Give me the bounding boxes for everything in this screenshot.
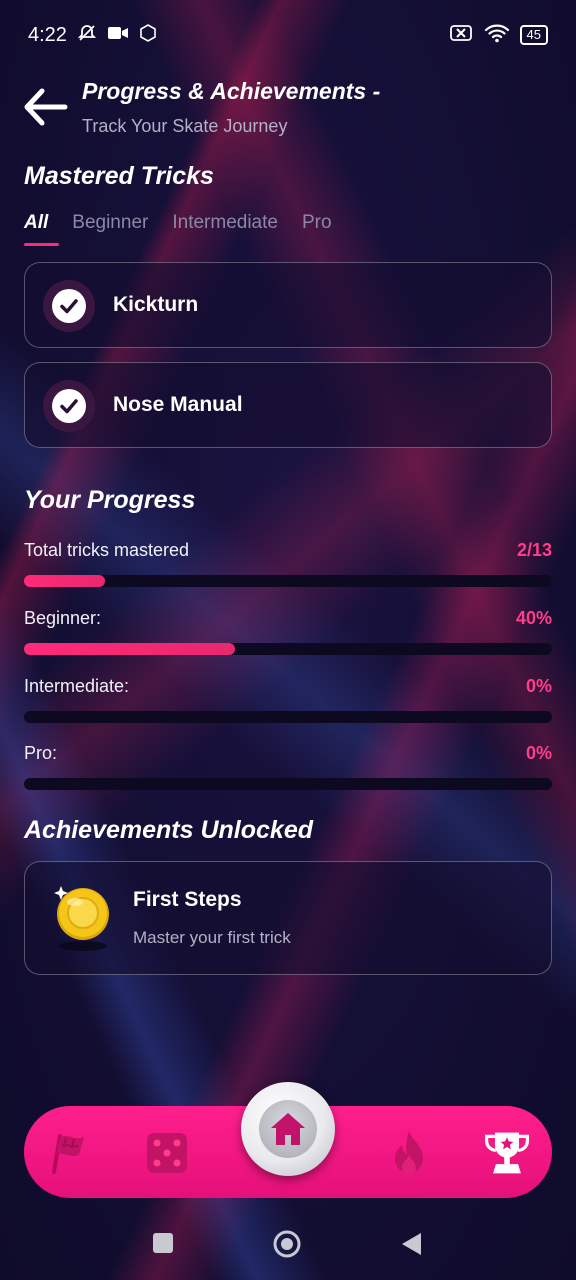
progress-bar-pro	[24, 778, 552, 790]
home-button[interactable]	[241, 1082, 335, 1176]
progress-bar-fill	[24, 575, 106, 587]
tab-beginner[interactable]: Beginner	[72, 212, 148, 246]
achievement-card[interactable]: First Steps Master your first trick	[24, 861, 552, 975]
progress-label: Beginner:	[24, 608, 102, 628]
status-time: 4:22	[28, 23, 67, 46]
progress-row-beginner: Beginner: 40%	[24, 608, 552, 638]
back-arrow-icon	[24, 88, 68, 126]
system-navigation-bar	[0, 1220, 576, 1270]
no-sim-icon	[449, 24, 474, 47]
mi-app-icon	[139, 23, 157, 47]
trick-name: Nose Manual	[113, 393, 243, 416]
video-camera-icon	[107, 25, 129, 46]
mastered-tricks-heading: Mastered Tricks	[24, 162, 214, 190]
progress-row-pro: Pro: 0%	[24, 743, 552, 773]
status-bar: 4:22 45	[0, 0, 576, 70]
progress-label: Total tricks mastered	[24, 540, 190, 560]
difficulty-tabs: All Beginner Intermediate Pro	[24, 212, 332, 246]
checkmark-icon	[52, 289, 86, 323]
progress-value: 40%	[515, 608, 552, 628]
progress-value: 2/13	[516, 540, 552, 560]
your-progress-heading: Your Progress	[24, 486, 196, 514]
tab-pro[interactable]: Pro	[302, 212, 332, 246]
mute-notification-icon	[77, 23, 97, 48]
back-system-button[interactable]	[400, 1232, 422, 1261]
achievement-description: Master your first trick	[133, 928, 291, 947]
header: Progress & Achievements - Track Your Ska…	[22, 72, 552, 142]
progress-row-total: Total tricks mastered 2/13	[24, 540, 552, 570]
tab-all[interactable]: All	[24, 212, 60, 246]
progress-value: 0%	[525, 743, 552, 763]
recent-apps-button[interactable]	[152, 1232, 174, 1259]
progress-bar-intermediate	[24, 711, 552, 723]
tab-intermediate[interactable]: Intermediate	[172, 212, 278, 246]
dice-icon[interactable]	[142, 1128, 192, 1178]
flag-icon[interactable]	[42, 1128, 92, 1178]
home-system-button[interactable]	[272, 1229, 302, 1264]
progress-bar-total	[24, 575, 552, 587]
trophy-icon[interactable]	[482, 1128, 532, 1178]
progress-value: 0%	[525, 676, 552, 696]
wifi-icon	[484, 23, 510, 48]
progress-row-intermediate: Intermediate: 0%	[24, 676, 552, 706]
progress-bar-beginner	[24, 643, 552, 655]
back-button[interactable]	[22, 86, 68, 128]
progress-label: Intermediate:	[24, 676, 130, 696]
trick-card[interactable]: Kickturn	[24, 262, 552, 348]
progress-bar-fill	[24, 643, 236, 655]
battery-indicator: 45	[519, 25, 548, 45]
fire-icon[interactable]	[384, 1128, 434, 1178]
trick-name: Kickturn	[113, 293, 199, 316]
check-badge	[43, 280, 95, 332]
check-badge	[43, 380, 95, 432]
achievements-heading: Achievements Unlocked	[24, 816, 313, 844]
progress-label: Pro:	[24, 743, 58, 763]
gold-coin-icon	[53, 882, 113, 954]
page-subtitle: Track Your Skate Journey	[82, 116, 288, 136]
checkmark-icon	[52, 389, 86, 423]
page-title: Progress & Achievements -	[82, 78, 381, 104]
trick-card[interactable]: Nose Manual	[24, 362, 552, 448]
achievement-title: First Steps	[133, 888, 242, 911]
home-icon	[259, 1100, 317, 1158]
